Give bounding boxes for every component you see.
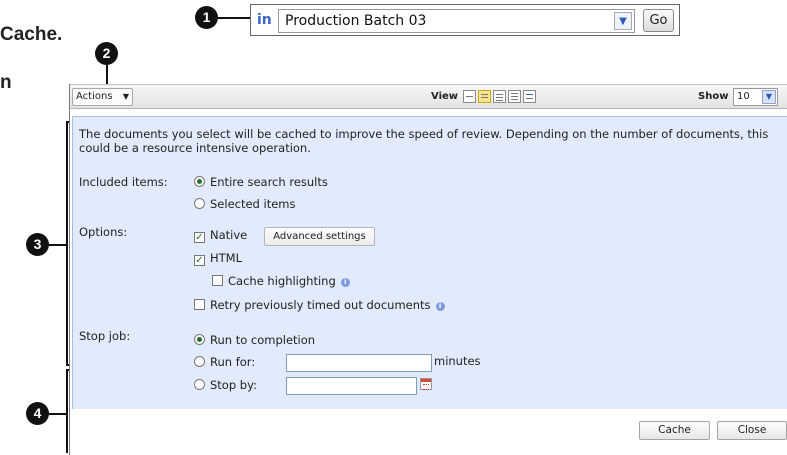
caret-down-icon: ▼ <box>122 92 129 101</box>
checkbox-checked-icon[interactable]: ✓ <box>194 255 205 266</box>
batch-dropdown[interactable]: Production Batch 03 ▼ <box>278 9 635 33</box>
callout-4: 4 <box>26 402 49 425</box>
callout-3: 3 <box>26 233 49 256</box>
run-to-completion-label: Run to completion <box>210 333 316 347</box>
cache-highlighting-checkbox[interactable]: Cache highlighting i <box>212 274 350 290</box>
highlight-view-icon[interactable] <box>478 90 491 103</box>
cache-button[interactable]: Cache <box>639 421 710 440</box>
run-to-completion-radio[interactable]: Run to completion <box>194 333 315 349</box>
callout-1: 1 <box>195 6 218 29</box>
close-button[interactable]: Close <box>717 421 787 440</box>
native-label: Native <box>210 228 248 242</box>
entire-results-label: Entire search results <box>210 175 328 189</box>
calendar-icon[interactable] <box>420 378 432 390</box>
minutes-label: minutes <box>434 354 481 368</box>
go-button[interactable]: Go <box>643 9 674 32</box>
cache-options-panel: The documents you select will be cached … <box>72 116 787 409</box>
selected-items-label: Selected items <box>210 197 296 211</box>
stop-job-label: Stop job: <box>79 329 131 343</box>
retry-checkbox[interactable]: Retry previously timed out documents i <box>194 298 445 314</box>
show-count-select[interactable]: 10 ▼ <box>733 88 778 106</box>
info-icon[interactable]: i <box>340 278 350 287</box>
stop-by-label: Stop by: <box>210 378 257 392</box>
cache-highlighting-label: Cache highlighting <box>228 274 336 288</box>
toolbar: Actions ▼ View Show 10 ▼ <box>70 84 787 109</box>
manual-text-fragment: n <box>0 72 12 93</box>
included-items-label: Included items: <box>79 175 168 189</box>
actions-label: Actions <box>76 91 113 102</box>
cache-dialog: Actions ▼ View Show 10 ▼ The documents y… <box>69 84 787 455</box>
native-checkbox[interactable]: ✓ Native <box>194 228 247 244</box>
detail-view-icon[interactable] <box>508 90 521 103</box>
collapse-view-icon[interactable] <box>463 90 476 103</box>
callout-4-leader <box>49 413 67 415</box>
list-view-icon[interactable] <box>493 90 506 103</box>
intro-text: The documents you select will be cached … <box>79 127 769 155</box>
callout-3-leader <box>49 244 67 246</box>
callout-1-leader <box>218 17 250 19</box>
stop-by-radio[interactable]: Stop by: <box>194 378 257 394</box>
callout-2-leader <box>106 65 108 84</box>
retry-label: Retry previously timed out documents <box>210 298 431 312</box>
html-checkbox[interactable]: ✓ HTML <box>194 251 242 267</box>
run-for-minutes-input[interactable] <box>286 354 432 372</box>
chevron-down-icon[interactable]: ▼ <box>762 90 776 104</box>
checkbox-checked-icon[interactable]: ✓ <box>194 232 205 243</box>
batch-dropdown-value: Production Batch 03 <box>285 13 427 29</box>
html-label: HTML <box>210 251 243 265</box>
radio-icon[interactable] <box>194 198 205 209</box>
callout-2: 2 <box>95 42 118 65</box>
selected-items-radio[interactable]: Selected items <box>194 197 295 213</box>
manual-text-cache: Cache. <box>0 24 63 45</box>
checkbox-icon[interactable] <box>212 275 223 286</box>
info-icon[interactable]: i <box>435 302 445 311</box>
radio-icon[interactable] <box>194 379 205 390</box>
in-label: in <box>257 12 272 28</box>
run-for-radio[interactable]: Run for: <box>194 355 255 371</box>
advanced-settings-button[interactable]: Advanced settings <box>264 227 375 246</box>
show-count-value: 10 <box>737 91 750 102</box>
view-label: View <box>431 91 459 102</box>
chevron-down-icon[interactable]: ▼ <box>614 12 632 30</box>
actions-menu-button[interactable]: Actions ▼ <box>72 88 133 106</box>
radio-selected-icon[interactable] <box>194 176 205 187</box>
callout-4-bracket <box>66 369 68 453</box>
stop-by-date-input[interactable] <box>286 377 417 395</box>
entire-results-radio[interactable]: Entire search results <box>194 175 328 191</box>
options-label: Options: <box>79 225 128 239</box>
batch-selector: in Production Batch 03 ▼ Go <box>250 4 680 36</box>
show-label: Show <box>698 91 729 102</box>
radio-icon[interactable] <box>194 356 205 367</box>
run-for-label: Run for: <box>210 355 256 369</box>
radio-selected-icon[interactable] <box>194 334 205 345</box>
checkbox-icon[interactable] <box>194 299 205 310</box>
preview-view-icon[interactable] <box>523 90 536 103</box>
